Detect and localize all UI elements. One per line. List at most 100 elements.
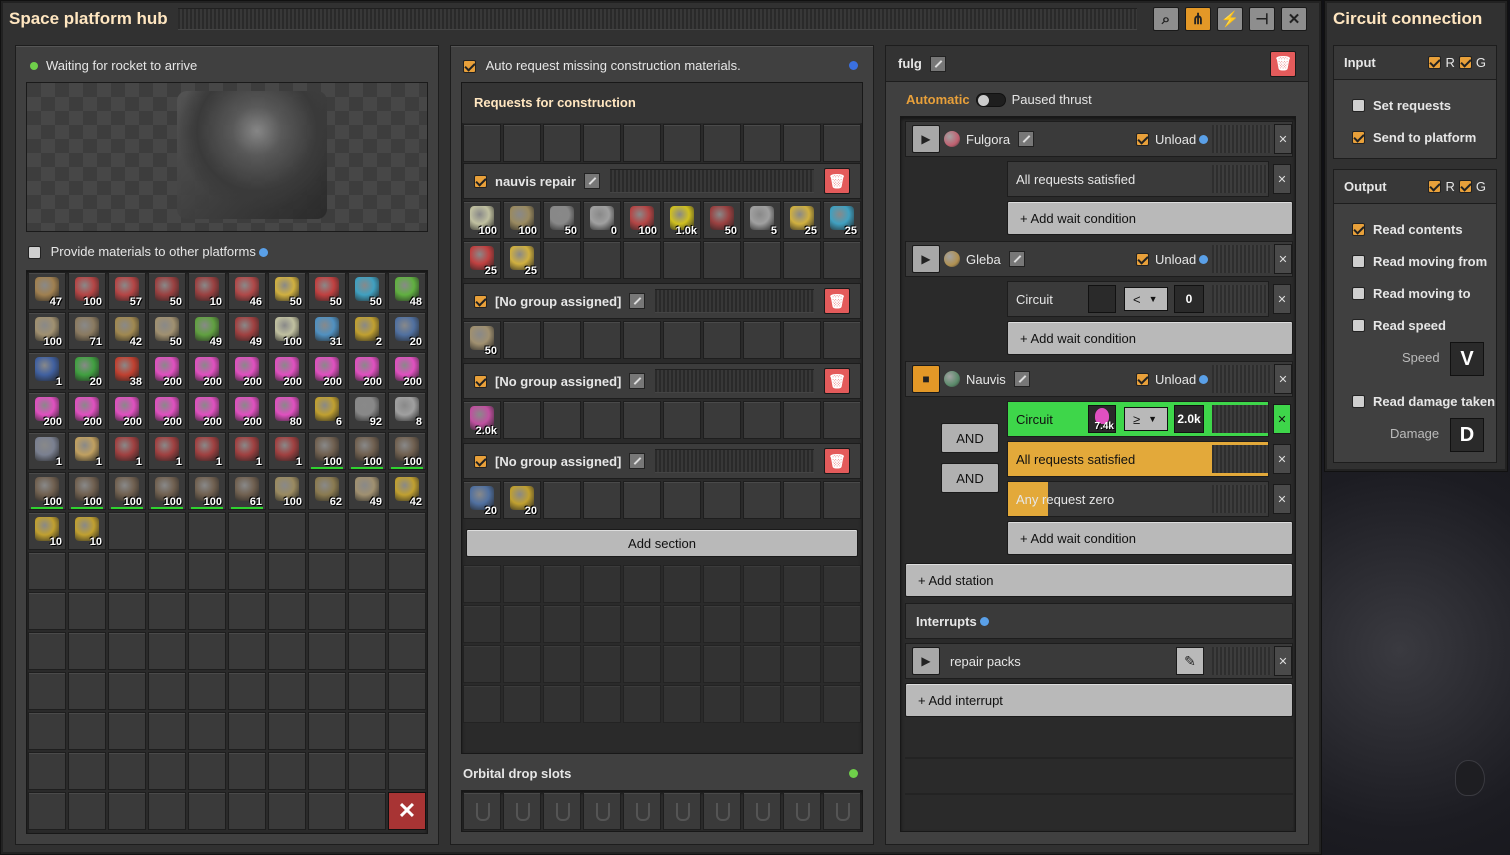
request-slot[interactable] bbox=[823, 401, 861, 439]
empty-slot[interactable] bbox=[783, 565, 821, 603]
empty-slot[interactable] bbox=[503, 565, 541, 603]
inventory-slot[interactable] bbox=[148, 592, 186, 630]
read-moving-from-checkbox[interactable] bbox=[1352, 254, 1365, 268]
empty-slot[interactable] bbox=[503, 645, 541, 683]
inventory-slot[interactable] bbox=[188, 792, 226, 830]
request-slot[interactable] bbox=[783, 124, 821, 162]
condition-drag-handle[interactable] bbox=[1212, 445, 1268, 473]
request-slot[interactable] bbox=[663, 401, 701, 439]
station-drag-handle[interactable] bbox=[1212, 245, 1272, 273]
inventory-slot[interactable] bbox=[268, 592, 306, 630]
inventory-slot[interactable] bbox=[148, 632, 186, 670]
inventory-slot[interactable]: 100 bbox=[268, 312, 306, 350]
empty-slot[interactable] bbox=[823, 685, 861, 723]
request-slot[interactable]: 25 bbox=[823, 201, 861, 239]
interrupt-row[interactable]: ▶ repair packs ✎ ✕ bbox=[905, 643, 1293, 679]
inventory-slot[interactable]: 100 bbox=[68, 272, 106, 310]
orbital-slot[interactable] bbox=[543, 792, 581, 830]
inventory-slot[interactable]: 1 bbox=[268, 432, 306, 470]
inventory-slot[interactable]: 200 bbox=[188, 392, 226, 430]
empty-slot[interactable] bbox=[823, 645, 861, 683]
inventory-slot[interactable] bbox=[68, 632, 106, 670]
inventory-slot[interactable]: 20 bbox=[388, 312, 426, 350]
empty-slot[interactable] bbox=[783, 605, 821, 643]
request-slot[interactable]: 50 bbox=[703, 201, 741, 239]
inventory-slot[interactable]: 10 bbox=[28, 512, 66, 550]
inventory-slot[interactable] bbox=[348, 512, 386, 550]
request-slot[interactable]: 0 bbox=[583, 201, 621, 239]
inventory-slot[interactable] bbox=[308, 552, 346, 590]
add-station-button[interactable]: + Add station bbox=[905, 563, 1293, 597]
request-slot[interactable] bbox=[623, 401, 661, 439]
send-to-platform-checkbox[interactable] bbox=[1352, 130, 1365, 144]
unload-checkbox[interactable] bbox=[1136, 373, 1149, 386]
request-slot[interactable] bbox=[583, 124, 621, 162]
empty-slot[interactable] bbox=[703, 685, 741, 723]
request-slot[interactable]: 25 bbox=[503, 241, 541, 279]
orbital-slot[interactable] bbox=[623, 792, 661, 830]
delete-section-button[interactable]: 🗑 bbox=[824, 288, 850, 314]
request-slot[interactable] bbox=[543, 124, 581, 162]
read-contents-row[interactable]: Read contents bbox=[1334, 214, 1496, 244]
inventory-slot[interactable]: 50 bbox=[148, 272, 186, 310]
inventory-slot[interactable]: 200 bbox=[68, 392, 106, 430]
inventory-slot[interactable] bbox=[28, 632, 66, 670]
rename-icon[interactable] bbox=[629, 453, 646, 469]
inventory-slot[interactable]: 49 bbox=[228, 312, 266, 350]
section-drag-handle[interactable] bbox=[655, 369, 814, 393]
request-slot[interactable] bbox=[543, 321, 581, 359]
request-slot[interactable] bbox=[703, 321, 741, 359]
empty-slot[interactable] bbox=[823, 565, 861, 603]
empty-slot[interactable] bbox=[543, 645, 581, 683]
add-section-button[interactable]: Add section bbox=[466, 529, 858, 557]
inventory-slot[interactable]: 200 bbox=[108, 392, 146, 430]
interrupt-drag-handle[interactable] bbox=[1212, 647, 1272, 675]
empty-slot[interactable] bbox=[503, 685, 541, 723]
remove-station-button[interactable]: ✕ bbox=[1274, 364, 1292, 394]
inventory-slot[interactable] bbox=[28, 792, 66, 830]
inventory-slot[interactable] bbox=[388, 752, 426, 790]
request-slot[interactable] bbox=[823, 481, 861, 519]
empty-slot[interactable] bbox=[463, 645, 501, 683]
inventory-slot[interactable]: 46 bbox=[228, 272, 266, 310]
inventory-slot[interactable]: 100 bbox=[268, 472, 306, 510]
request-slot[interactable]: 20 bbox=[503, 481, 541, 519]
inventory-slot[interactable]: 50 bbox=[148, 312, 186, 350]
circuit-titlebar[interactable]: Circuit connection bbox=[1325, 1, 1507, 37]
inventory-slot[interactable] bbox=[388, 512, 426, 550]
stop-icon[interactable]: ■ bbox=[912, 365, 940, 393]
unload-checkbox[interactable] bbox=[1136, 253, 1149, 266]
inventory-slot[interactable]: 1 bbox=[28, 432, 66, 470]
inventory-slot[interactable] bbox=[148, 712, 186, 750]
empty-slot[interactable] bbox=[623, 605, 661, 643]
output-red-checkbox[interactable] bbox=[1428, 180, 1442, 193]
empty-slot[interactable] bbox=[503, 605, 541, 643]
inventory-slot[interactable]: 200 bbox=[188, 352, 226, 390]
inventory-slot[interactable]: 6 bbox=[308, 392, 346, 430]
remove-condition-button[interactable]: ✕ bbox=[1273, 284, 1291, 314]
close-icon[interactable]: ✕ bbox=[1281, 7, 1307, 31]
inventory-slot[interactable] bbox=[308, 592, 346, 630]
inventory-slot[interactable]: 200 bbox=[148, 392, 186, 430]
inventory-slot[interactable]: 100 bbox=[108, 472, 146, 510]
inventory-slot[interactable] bbox=[308, 512, 346, 550]
inventory-slot[interactable]: 2 bbox=[348, 312, 386, 350]
inventory-slot[interactable] bbox=[28, 672, 66, 710]
inventory-slot[interactable]: 100 bbox=[148, 472, 186, 510]
inventory-slot[interactable] bbox=[268, 752, 306, 790]
inventory-slot[interactable]: 50 bbox=[348, 272, 386, 310]
wait-condition[interactable]: All requests satisfied bbox=[1007, 441, 1269, 477]
empty-slot[interactable] bbox=[703, 645, 741, 683]
request-slot[interactable] bbox=[663, 321, 701, 359]
empty-slot[interactable] bbox=[663, 565, 701, 603]
inventory-slot[interactable]: 38 bbox=[108, 352, 146, 390]
read-moving-from-row[interactable]: Read moving from bbox=[1334, 246, 1496, 276]
request-slot[interactable] bbox=[743, 321, 781, 359]
empty-slot[interactable] bbox=[583, 565, 621, 603]
request-slot[interactable] bbox=[543, 241, 581, 279]
request-slot[interactable]: 100 bbox=[503, 201, 541, 239]
rename-icon[interactable] bbox=[629, 373, 646, 389]
inventory-slot[interactable]: 31 bbox=[308, 312, 346, 350]
inventory-slot[interactable]: 49 bbox=[188, 312, 226, 350]
auto-request-row[interactable]: Auto request missing construction materi… bbox=[463, 58, 741, 74]
